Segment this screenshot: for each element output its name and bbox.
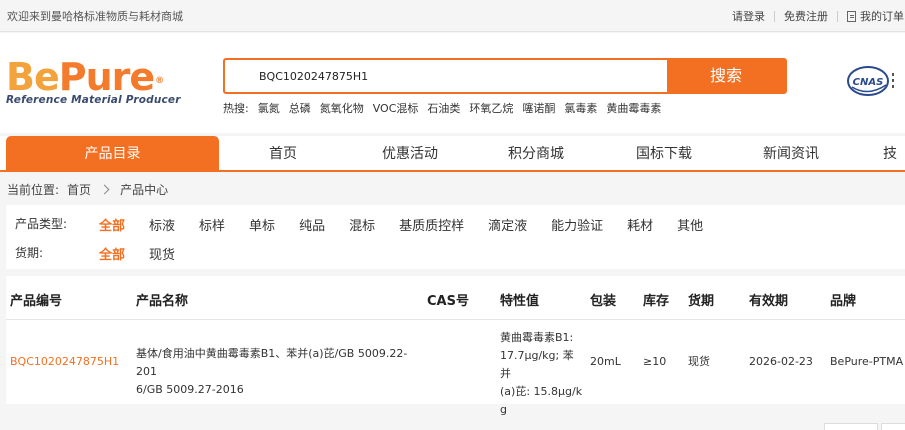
breadcrumb-label: 当前位置: — [7, 183, 60, 197]
column-header: 特性值 — [500, 294, 540, 309]
filter-type-option[interactable]: 混标 — [349, 215, 375, 234]
expiry-date: 2026-02-23 — [749, 355, 813, 368]
filter-type-option[interactable]: 耗材 — [627, 215, 653, 234]
hot-search-item[interactable]: 总磷 — [289, 100, 311, 116]
column-header: 包装 — [590, 294, 617, 309]
hot-search-item[interactable]: 环氧乙烷 — [469, 100, 513, 116]
filter-type-option[interactable]: 单标 — [249, 215, 275, 234]
column-header: 产品名称 — [136, 294, 189, 309]
my-orders-link[interactable]: 我的订单 — [847, 8, 904, 24]
order-document-icon — [847, 10, 856, 22]
chevron-right-icon — [99, 184, 110, 195]
filter-type-option[interactable]: 标样 — [199, 215, 225, 234]
property-value: 黄曲霉毒素B1: 17.7μg/kg; 苯并 (a)芘: 15.8μg/k g — [500, 331, 583, 416]
hot-search-item[interactable]: 氯毒素 — [564, 100, 597, 116]
column-header: CAS号 — [427, 294, 469, 309]
hot-search-item[interactable]: 氯氮 — [258, 100, 280, 116]
hot-search-item[interactable]: 氮氧化物 — [320, 100, 364, 116]
product-table: 产品编号 产品名称 CAS号 特性值 包装 库存 货期 有效期 品牌 BQC10… — [6, 276, 905, 416]
registered-mark-icon: ® — [155, 76, 164, 86]
my-orders-label: 我的订单 — [860, 10, 904, 23]
search-bar: 搜索 — [223, 58, 787, 94]
hot-search-label: 热搜: — [223, 102, 249, 115]
filter-row-stock: 货期: 全部 现货 — [15, 244, 199, 263]
column-header: 有效期 — [749, 294, 789, 309]
nav-points-mall[interactable]: 积分商城 — [498, 136, 574, 172]
divider — [774, 10, 775, 22]
filter-stock-label: 货期: — [15, 246, 44, 260]
filter-type-option[interactable]: 纯品 — [299, 215, 325, 234]
product-code-link[interactable]: BQC1020247875H1 — [10, 353, 119, 371]
hot-search-item[interactable]: 黄曲霉毒素 — [606, 100, 661, 116]
login-link[interactable]: 请登录 — [732, 8, 765, 24]
nav-promotions[interactable]: 优惠活动 — [372, 136, 448, 172]
lead-time: 现货 — [688, 355, 710, 368]
divider — [837, 10, 838, 22]
filter-panel: 产品类型: 全部 标液 标样 单标 纯品 混标 基质质控样 滴定液 能力验证 耗… — [6, 205, 905, 269]
filter-stock-option[interactable]: 全部 — [99, 244, 125, 263]
filter-type-option[interactable]: 能力验证 — [551, 215, 603, 234]
breadcrumb-home[interactable]: 首页 — [67, 181, 91, 198]
account-links: 请登录 免费注册 我的订单 — [732, 8, 905, 24]
pagination-button[interactable] — [881, 423, 905, 430]
filter-type-label: 产品类型: — [15, 217, 68, 231]
filter-type-option[interactable]: 基质质控样 — [399, 215, 464, 234]
top-bar: 欢迎来到曼哈格标准物质与耗材商城 请登录 免费注册 我的订单 — [0, 0, 905, 32]
column-header: 库存 — [643, 294, 670, 309]
filter-row-type: 产品类型: 全部 标液 标样 单标 纯品 混标 基质质控样 滴定液 能力验证 耗… — [15, 215, 727, 234]
filter-type-option[interactable]: 全部 — [99, 215, 125, 234]
pagination-button[interactable] — [824, 423, 878, 430]
hot-search-item[interactable]: 噻诺酮 — [522, 100, 555, 116]
filter-type-option[interactable]: 滴定液 — [488, 215, 527, 234]
main-nav: 产品目录 首页 优惠活动 积分商城 国标下载 新闻资讯 技 — [0, 136, 905, 172]
bepure-logo[interactable]: BePure® Reference Material Producer — [6, 57, 181, 106]
column-header: 货期 — [688, 294, 715, 309]
cnas-certification-icon: CNAS — [847, 66, 894, 96]
filter-stock-option[interactable]: 现货 — [149, 244, 175, 263]
filter-type-option[interactable]: 其他 — [677, 215, 703, 234]
column-header: 品牌 — [830, 294, 857, 309]
brand: BePure-PTMA — [830, 355, 904, 368]
hot-search-item[interactable]: 石油类 — [427, 100, 460, 116]
welcome-text: 欢迎来到曼哈格标准物质与耗材商城 — [7, 10, 183, 23]
search-button[interactable]: 搜索 — [667, 60, 785, 92]
nav-tech[interactable]: 技 — [883, 136, 905, 172]
package-size: 20mL — [590, 355, 621, 368]
table-header: 产品编号 产品名称 CAS号 特性值 包装 库存 货期 有效期 品牌 — [6, 276, 905, 320]
hot-search-item[interactable]: VOC混标 — [373, 100, 419, 116]
svg-text:CNAS: CNAS — [853, 77, 884, 88]
product-name[interactable]: 基体/食用油中黄曲霉毒素B1、苯并(a)芘/GB 5009.22-201 6/G… — [136, 345, 421, 399]
search-input[interactable] — [225, 60, 669, 92]
nav-news[interactable]: 新闻资讯 — [753, 136, 829, 172]
register-link[interactable]: 免费注册 — [784, 8, 828, 24]
stock-quantity: ≥10 — [643, 355, 667, 368]
nav-product-catalog[interactable]: 产品目录 — [6, 136, 219, 172]
hot-search-list: 热搜: 氯氮 总磷 氮氧化物 VOC混标 石油类 环氧乙烷 噻诺酮 氯毒素 黄曲… — [223, 100, 661, 116]
logo-wordmark: BePure® — [6, 55, 164, 99]
column-header: 产品编号 — [10, 294, 63, 309]
nav-home[interactable]: 首页 — [250, 136, 316, 172]
header: BePure® Reference Material Producer 搜索 热… — [0, 33, 905, 133]
filter-type-option[interactable]: 标液 — [149, 215, 175, 234]
breadcrumb: 当前位置: 首页 产品中心 — [7, 181, 168, 198]
logo-tagline: Reference Material Producer — [6, 94, 181, 106]
nav-standards-download[interactable]: 国标下载 — [626, 136, 702, 172]
breadcrumb-current: 产品中心 — [120, 183, 169, 197]
